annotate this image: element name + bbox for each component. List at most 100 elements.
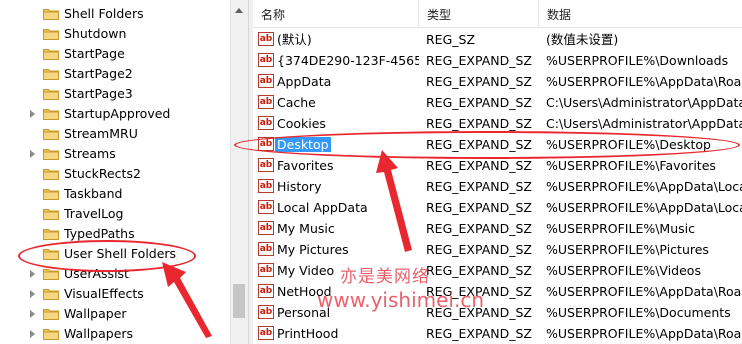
tree-item-label: Wallpaper [64, 306, 127, 321]
string-value-icon: ab [258, 95, 274, 109]
list-row[interactable]: ab PrintHood REG_EXPAND_SZ %USERPROFILE%\Ap… [253, 323, 742, 344]
column-header-type[interactable]: 类型 [419, 0, 539, 27]
value-name: My Pictures [277, 242, 349, 257]
value-data: %USERPROFILE%\AppData\Roam [546, 74, 742, 89]
list-row[interactable]: ab Local AppData REG_EXPAND_SZ %USERPROFILE… [253, 197, 742, 218]
value-type: REG_EXPAND_SZ [426, 263, 532, 278]
value-data: C:\Users\Administrator\AppData\ [546, 116, 742, 131]
tree-item-label: StartPage2 [64, 66, 133, 81]
string-value-icon: ab [258, 74, 274, 88]
string-value-icon: ab [258, 158, 274, 172]
expand-arrow-icon[interactable] [30, 150, 35, 158]
string-value-icon: ab [258, 53, 274, 67]
string-value-icon: ab [258, 284, 274, 298]
value-name: My Video [277, 263, 335, 278]
tree-scrollbar[interactable] [230, 0, 248, 344]
value-type: REG_EXPAND_SZ [426, 242, 532, 257]
value-data: %USERPROFILE%\AppData\Local\ [546, 179, 742, 194]
registry-key-tree: Shell Folders Shutdown StartPage StartPage2… [0, 0, 248, 344]
folder-icon [43, 69, 59, 80]
list-row[interactable]: ab (默认) REG_SZ (数值未设置) [253, 29, 742, 50]
list-row[interactable]: ab History REG_EXPAND_SZ %USERPROFILE%\AppD… [253, 176, 742, 197]
tree-item-label: TravelLog [64, 206, 124, 221]
tree-item[interactable]: Streams [0, 144, 230, 164]
watermark-text: 亦是美网络 [340, 267, 430, 287]
value-data: %USERPROFILE%\Pictures [546, 242, 709, 257]
string-value-icon: ab [258, 326, 274, 340]
value-name: AppData [277, 74, 332, 89]
value-data: %USERPROFILE%\Downloads [546, 53, 729, 68]
value-type: REG_EXPAND_SZ [426, 158, 532, 173]
folder-icon [43, 269, 59, 280]
highlight-oval-desktop-row [234, 131, 740, 159]
column-header-name[interactable]: 名称 [253, 0, 419, 27]
tree-item-label: Streams [64, 146, 116, 161]
tree-item[interactable]: StuckRects2 [0, 164, 230, 184]
scrollbar-thumb[interactable] [233, 284, 245, 318]
tree-item[interactable]: Shell Folders [0, 4, 230, 24]
list-row[interactable]: ab{374DE290-123F-4565-... REG_EXPAND_SZ %U… [253, 50, 742, 71]
value-name: (默认) [277, 32, 312, 47]
tree-item-label: Shell Folders [64, 6, 144, 21]
string-value-icon: ab [258, 179, 274, 193]
tree-item[interactable]: Wallpapers [0, 324, 230, 344]
tree-item-label: Taskband [64, 186, 123, 201]
value-type: REG_EXPAND_SZ [426, 53, 532, 68]
value-name: Favorites [277, 158, 334, 173]
list-row[interactable]: ab Cache REG_EXPAND_SZ C:\Users\Administrat… [253, 92, 742, 113]
expand-arrow-icon[interactable] [30, 270, 35, 278]
expand-arrow-icon[interactable] [30, 290, 35, 298]
value-type: REG_EXPAND_SZ [426, 74, 532, 89]
list-row[interactable]: ab AppData REG_EXPAND_SZ %USERPROFILE%\AppD… [253, 71, 742, 92]
value-data: C:\Users\Administrator\AppData\ [546, 95, 742, 110]
expand-arrow-icon[interactable] [30, 310, 35, 318]
tree-item-label: StartupApproved [64, 106, 171, 121]
highlight-oval-user-shell-folders [18, 240, 196, 272]
tree-item[interactable]: StartPage3 [0, 84, 230, 104]
folder-icon [43, 289, 59, 300]
value-name: PrintHood [277, 326, 339, 341]
tree-item[interactable]: StartupApproved [0, 104, 230, 124]
folder-icon [43, 229, 59, 240]
tree-item-label: StartPage [64, 46, 125, 61]
string-value-icon: ab [258, 221, 274, 235]
folder-icon [43, 309, 59, 320]
folder-icon [43, 209, 59, 220]
folder-icon [43, 169, 59, 180]
value-type: REG_EXPAND_SZ [426, 95, 532, 110]
string-value-icon: ab [258, 116, 274, 130]
list-row[interactable]: ab My Music REG_EXPAND_SZ %USERPROFILE%\Mus… [253, 218, 742, 239]
folder-icon [43, 49, 59, 60]
folder-icon [43, 329, 59, 340]
tree-item[interactable]: StartPage2 [0, 64, 230, 84]
folder-icon [43, 129, 59, 140]
tree-item[interactable]: StreamMRU [0, 124, 230, 144]
tree-item[interactable]: TravelLog [0, 204, 230, 224]
value-name: My Music [277, 221, 335, 236]
tree-item[interactable]: Taskband [0, 184, 230, 204]
list-row[interactable]: ab My Pictures REG_EXPAND_SZ %USERPROFILE%\… [253, 239, 742, 260]
value-type: REG_SZ [426, 32, 476, 47]
folder-icon [43, 109, 59, 120]
column-header-data[interactable]: 数据 [539, 0, 742, 27]
folder-icon [43, 89, 59, 100]
value-name: History [277, 179, 322, 194]
value-data: %USERPROFILE%\AppData\Local [546, 200, 742, 215]
value-data: %USERPROFILE%\Music [546, 221, 695, 236]
folder-icon [43, 149, 59, 160]
value-data: %USERPROFILE%\Favorites [546, 158, 716, 173]
scroll-up-arrow-icon[interactable] [235, 8, 243, 13]
tree-item[interactable]: StartPage [0, 44, 230, 64]
value-data: %USERPROFILE%\Documents [546, 305, 731, 320]
tree-item[interactable]: Shutdown [0, 24, 230, 44]
tree-item-label: VisualEffects [64, 286, 144, 301]
list-row[interactable]: ab My Video REG_EXPAND_SZ %USERPROFILE%\Vid… [253, 260, 742, 281]
expand-arrow-icon[interactable] [30, 330, 35, 338]
expand-arrow-icon[interactable] [30, 110, 35, 118]
tree-item[interactable]: VisualEffects [0, 284, 230, 304]
tree-item-label: StartPage3 [64, 86, 133, 101]
value-type: REG_EXPAND_SZ [426, 200, 532, 215]
value-name: Cache [277, 95, 316, 110]
value-type: REG_EXPAND_SZ [426, 221, 532, 236]
tree-item[interactable]: Wallpaper [0, 304, 230, 324]
